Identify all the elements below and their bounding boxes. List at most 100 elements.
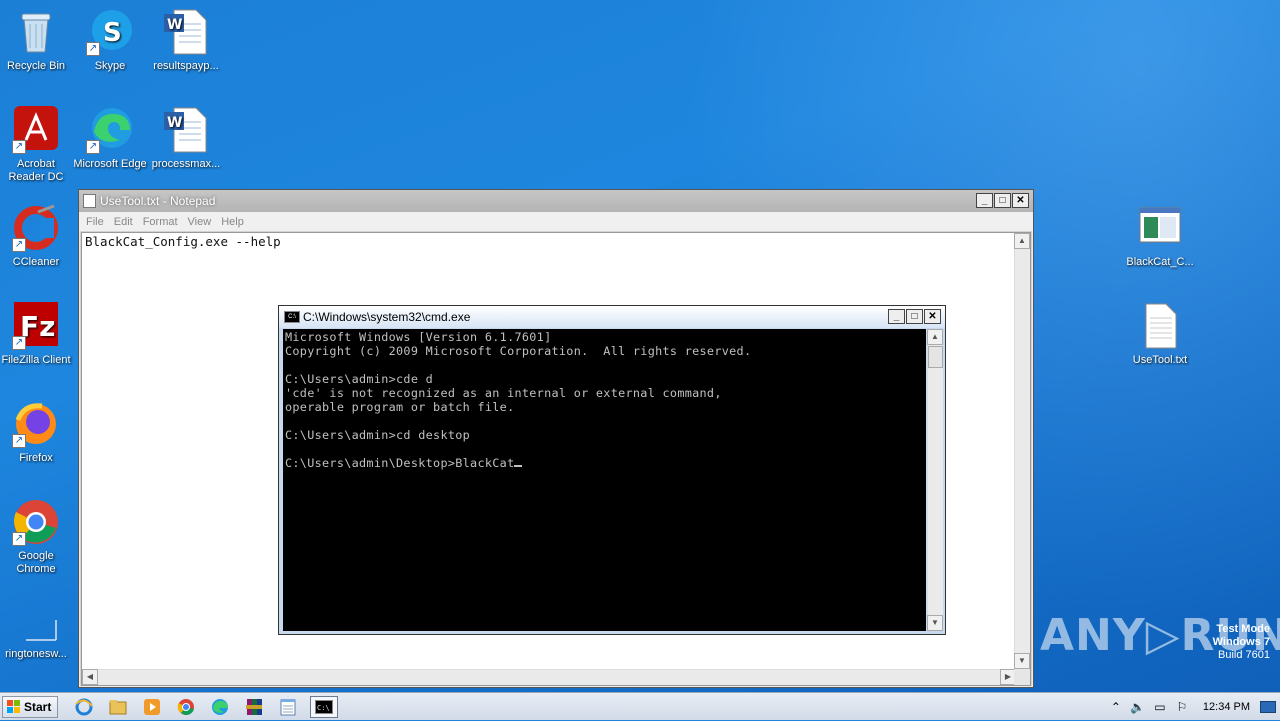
firefox-icon: ↗ [12, 400, 60, 448]
desktop-icon-usetool-txt[interactable]: UseTool.txt [1122, 302, 1198, 367]
desktop: Recycle Bin ↗ Acrobat Reader DC ↗ CClean… [0, 0, 1280, 692]
console-line: Microsoft Windows [Version 6.1.7601] [285, 330, 552, 344]
shortcut-arrow-icon: ↗ [12, 238, 26, 252]
desktop-icon-acrobat[interactable]: ↗ Acrobat Reader DC [0, 106, 74, 184]
scroll-down-arrow-icon[interactable]: ▼ [927, 615, 943, 631]
show-hidden-icons-chevron-icon[interactable]: ⌃ [1108, 700, 1124, 714]
ccleaner-icon: ↗ [12, 204, 60, 252]
desktop-icon-ringtones[interactable]: ringtonesw... [0, 596, 74, 661]
watermark-line2: Windows 7 [1212, 636, 1270, 648]
word-document-icon: W [162, 8, 210, 56]
cmd-window[interactable]: C:\ C:\Windows\system32\cmd.exe _ □ ✕ Mi… [278, 305, 946, 635]
desktop-icon-ccleaner[interactable]: ↗ CCleaner [0, 204, 74, 269]
cmd-console[interactable]: Microsoft Windows [Version 6.1.7601] Copy… [283, 329, 926, 631]
network-icon[interactable]: ▭ [1152, 700, 1168, 714]
skype-icon: S ↗ [86, 8, 134, 56]
desktop-icon-label: CCleaner [12, 256, 60, 268]
winrar-icon[interactable] [242, 696, 266, 718]
scroll-left-arrow-icon[interactable]: ◀ [82, 669, 98, 685]
menu-file[interactable]: File [81, 216, 109, 228]
close-button[interactable]: ✕ [924, 309, 941, 324]
menu-format[interactable]: Format [138, 216, 183, 228]
cmd-titlebar[interactable]: C:\ C:\Windows\system32\cmd.exe [279, 306, 945, 328]
start-label: Start [24, 699, 52, 714]
edge-taskbar-icon[interactable] [208, 696, 232, 718]
cmd-window-controls: _ □ ✕ [888, 309, 941, 324]
shortcut-arrow-icon: ↗ [12, 532, 26, 546]
desktop-icon-label: BlackCat_C... [1126, 256, 1194, 268]
desktop-icon-firefox[interactable]: ↗ Firefox [0, 400, 74, 465]
scroll-up-arrow-icon[interactable]: ▲ [1014, 233, 1030, 249]
shortcut-arrow-icon: ↗ [12, 140, 26, 154]
maximize-button[interactable]: □ [994, 193, 1011, 208]
chrome-taskbar-icon[interactable] [174, 696, 198, 718]
console-line [283, 413, 926, 427]
cmd-vertical-scrollbar[interactable]: ▲ ▼ [927, 329, 943, 631]
notepad-content: BlackCat_Config.exe --help [85, 234, 281, 249]
console-line [283, 441, 926, 455]
maximize-button[interactable]: □ [906, 309, 923, 324]
start-button[interactable]: Start [2, 695, 59, 718]
acrobat-icon: ↗ [12, 106, 60, 154]
notepad-title: UseTool.txt - Notepad [100, 194, 216, 208]
cmd-taskbar-icon[interactable]: C:\ [310, 695, 339, 718]
desktop-icon-label: Microsoft Edge [73, 158, 147, 170]
svg-text:C:\: C:\ [317, 704, 330, 712]
word-document-icon: W [162, 106, 210, 154]
desktop-icon-chrome[interactable]: ↗ Google Chrome [0, 498, 74, 576]
shortcut-arrow-icon: ↗ [86, 42, 100, 56]
notepad-vertical-scrollbar[interactable]: ▲ ▼ [1014, 233, 1030, 669]
svg-text:W: W [167, 17, 182, 33]
edge-icon: ↗ [86, 106, 134, 154]
volume-icon[interactable]: 🔈 [1130, 700, 1146, 714]
scroll-up-arrow-icon[interactable]: ▲ [927, 329, 943, 345]
minimize-button[interactable]: _ [976, 193, 993, 208]
desktop-icon-label: processmax... [151, 158, 221, 170]
scroll-down-arrow-icon[interactable]: ▼ [1014, 653, 1030, 669]
taskbar: Start C:\ ⌃ 🔈 ▭ ⚐ 12:34 PM [0, 692, 1280, 720]
windows-logo-icon [7, 699, 21, 714]
console-line: operable program or batch file. [285, 400, 515, 414]
media-player-icon[interactable] [140, 696, 164, 718]
scroll-thumb[interactable] [928, 346, 943, 368]
minimize-button[interactable]: _ [888, 309, 905, 324]
internet-explorer-icon[interactable] [72, 696, 96, 718]
desktop-icon-filezilla[interactable]: Fz ↗ FileZilla Client [0, 302, 74, 367]
menu-help[interactable]: Help [216, 216, 249, 228]
action-center-flag-icon[interactable]: ⚐ [1174, 700, 1190, 714]
notepad-taskbar-icon[interactable] [276, 696, 300, 718]
console-line: Copyright (c) 2009 Microsoft Corporation… [285, 344, 752, 358]
desktop-icon-label: ringtonesw... [5, 648, 67, 660]
test-mode-watermark: Test Mode Windows 7 Build 7601 [1213, 623, 1270, 662]
desktop-icon-label: UseTool.txt [1132, 354, 1188, 366]
console-line: C:\Users\admin>cd desktop [285, 428, 471, 442]
text-cursor [514, 457, 523, 467]
menu-edit[interactable]: Edit [109, 216, 138, 228]
desktop-icon-skype[interactable]: S ↗ Skype [72, 8, 148, 73]
show-desktop-button[interactable] [1260, 701, 1276, 713]
text-file-icon [1136, 302, 1184, 350]
desktop-icon-label: Acrobat Reader DC [8, 158, 64, 183]
desktop-icon-recycle-bin[interactable]: Recycle Bin [0, 8, 74, 73]
cmd-icon: C:\ [284, 311, 300, 323]
desktop-icon-blackcat[interactable]: BlackCat_C... [1122, 204, 1198, 269]
resize-grip[interactable] [1014, 669, 1030, 685]
desktop-icon-resultspayp[interactable]: W resultspayp... [148, 8, 224, 73]
console-line: C:\Users\admin>cde d [285, 372, 434, 386]
desktop-icon-label: Firefox [19, 452, 53, 464]
desktop-icon-label: Recycle Bin [6, 60, 66, 72]
clock[interactable]: 12:34 PM [1203, 701, 1250, 713]
watermark-line1: Test Mode [1216, 623, 1270, 635]
close-button[interactable]: ✕ [1012, 193, 1029, 208]
notepad-titlebar[interactable]: UseTool.txt - Notepad [79, 190, 1033, 212]
menu-view[interactable]: View [183, 216, 217, 228]
desktop-icon-processmax[interactable]: W processmax... [148, 106, 224, 171]
blank-file-icon [12, 596, 60, 644]
desktop-icon-edge[interactable]: ↗ Microsoft Edge [72, 106, 148, 171]
shortcut-arrow-icon: ↗ [12, 434, 26, 448]
console-line [283, 357, 926, 371]
executable-icon [1136, 204, 1184, 252]
file-explorer-icon[interactable] [106, 696, 130, 718]
notepad-horizontal-scrollbar[interactable]: ◀ ▶ [82, 669, 1016, 685]
recycle-bin-icon [12, 8, 60, 56]
